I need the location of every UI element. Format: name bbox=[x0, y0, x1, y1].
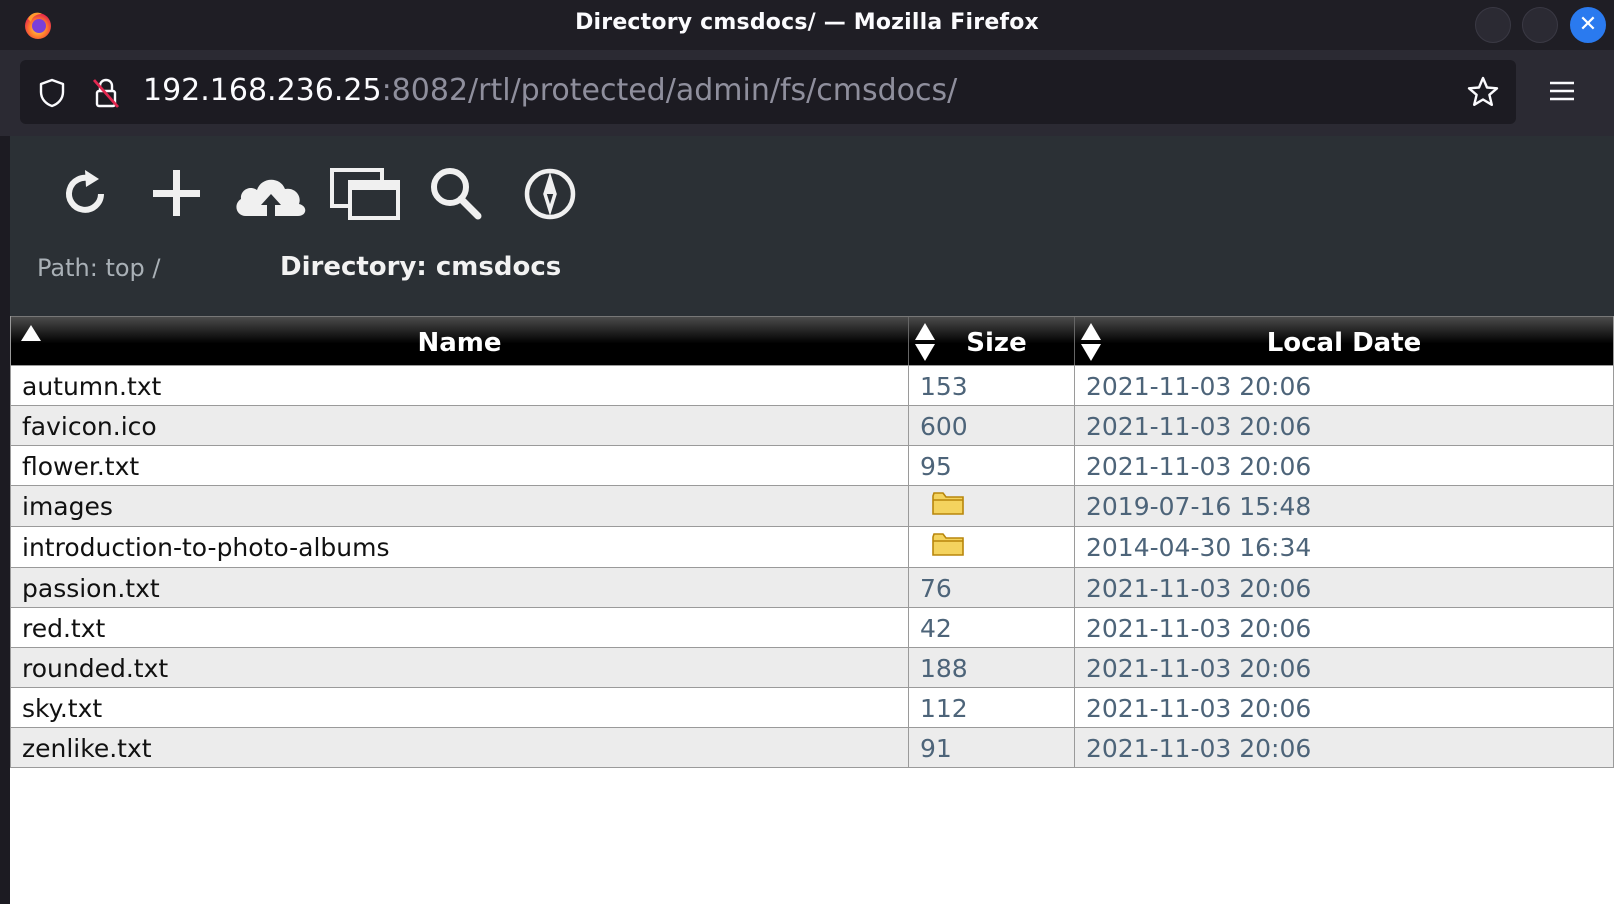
sort-both-icon bbox=[1081, 323, 1101, 361]
search-icon bbox=[431, 168, 482, 220]
table-body: autumn.txt 153 2021-11-03 20:06 favicon.… bbox=[11, 365, 1613, 767]
navigation-toolbar: 192.168.236.25:8082/rtl/protected/admin/… bbox=[0, 50, 1614, 136]
file-size: 42 bbox=[909, 608, 1075, 647]
add-button[interactable] bbox=[147, 164, 207, 224]
name-column-header[interactable]: Name bbox=[11, 317, 909, 365]
file-size: 91 bbox=[909, 728, 1075, 767]
table-row[interactable]: zenlike.txt 91 2021-11-03 20:06 bbox=[11, 727, 1613, 767]
url-text[interactable]: 192.168.236.25:8082/rtl/protected/admin/… bbox=[143, 73, 957, 108]
minimize-button[interactable] bbox=[1475, 7, 1511, 43]
table-row[interactable]: images 2019-07-16 15:48 bbox=[11, 485, 1613, 526]
file-date: 2021-11-03 20:06 bbox=[1086, 452, 1312, 481]
shield-icon[interactable] bbox=[36, 77, 68, 109]
folder-size-cell bbox=[909, 486, 1075, 526]
windows-icon bbox=[330, 168, 400, 220]
url-host: 192.168.236.25 bbox=[143, 73, 382, 108]
file-size: 188 bbox=[909, 648, 1075, 687]
folder-icon[interactable] bbox=[931, 531, 965, 557]
file-name[interactable]: rounded.txt bbox=[11, 648, 909, 687]
folder-icon[interactable] bbox=[931, 490, 965, 516]
file-name[interactable]: zenlike.txt bbox=[11, 728, 909, 767]
compass-button[interactable] bbox=[520, 164, 580, 224]
path-breadcrumb[interactable]: Path: top / bbox=[37, 254, 160, 282]
file-date: 2021-11-03 20:06 bbox=[1086, 734, 1312, 763]
table-row[interactable]: passion.txt 76 2021-11-03 20:06 bbox=[11, 567, 1613, 607]
bookmark-star-icon[interactable] bbox=[1466, 75, 1500, 109]
file-name[interactable]: favicon.ico bbox=[11, 406, 909, 445]
table-row[interactable]: flower.txt 95 2021-11-03 20:06 bbox=[11, 445, 1613, 485]
table-header: Name Size Local Date bbox=[11, 316, 1613, 365]
window-title: Directory cmsdocs/ — Mozilla Firefox bbox=[575, 10, 1039, 35]
table-row[interactable]: autumn.txt 153 2021-11-03 20:06 bbox=[11, 365, 1613, 405]
page-content: Path: top / Directory: cmsdocs Name Size bbox=[10, 136, 1614, 904]
add-icon bbox=[153, 170, 200, 216]
file-date: 2021-11-03 20:06 bbox=[1086, 614, 1312, 643]
table-row[interactable]: introduction-to-photo-albums 2014-04-30 … bbox=[11, 526, 1613, 567]
table-row[interactable]: red.txt 42 2021-11-03 20:06 bbox=[11, 607, 1613, 647]
window-titlebar: Directory cmsdocs/ — Mozilla Firefox ✕ bbox=[0, 0, 1614, 50]
folder-name[interactable]: introduction-to-photo-albums bbox=[11, 527, 909, 567]
upload-button[interactable] bbox=[232, 164, 310, 224]
url-bar[interactable]: 192.168.236.25:8082/rtl/protected/admin/… bbox=[20, 60, 1516, 124]
file-name[interactable]: red.txt bbox=[11, 608, 909, 647]
size-column-header[interactable]: Size bbox=[909, 317, 1075, 365]
hamburger-menu-icon[interactable] bbox=[1548, 78, 1576, 106]
file-size: 153 bbox=[909, 366, 1075, 405]
date-column-header[interactable]: Local Date bbox=[1075, 317, 1613, 365]
file-manager-header: Path: top / Directory: cmsdocs bbox=[10, 136, 1614, 316]
file-date: 2021-11-03 20:06 bbox=[1086, 654, 1312, 683]
close-button[interactable]: ✕ bbox=[1570, 7, 1606, 43]
file-date: 2021-11-03 20:06 bbox=[1086, 372, 1312, 401]
file-size: 600 bbox=[909, 406, 1075, 445]
table-row[interactable]: favicon.ico 600 2021-11-03 20:06 bbox=[11, 405, 1613, 445]
folder-name[interactable]: images bbox=[11, 486, 909, 526]
file-date: 2021-11-03 20:06 bbox=[1086, 574, 1312, 603]
url-path: :8082/rtl/protected/admin/fs/cmsdocs/ bbox=[381, 73, 958, 108]
search-button[interactable] bbox=[426, 164, 486, 224]
file-date: 2021-11-03 20:06 bbox=[1086, 694, 1312, 723]
sort-both-icon bbox=[915, 323, 935, 361]
file-name[interactable]: sky.txt bbox=[11, 688, 909, 727]
size-header-label: Size bbox=[966, 328, 1027, 358]
refresh-icon bbox=[66, 170, 104, 213]
file-name[interactable]: passion.txt bbox=[11, 568, 909, 607]
insecure-lock-icon[interactable] bbox=[90, 76, 122, 110]
file-size: 112 bbox=[909, 688, 1075, 727]
windows-button[interactable] bbox=[328, 164, 402, 224]
compass-icon bbox=[524, 168, 576, 220]
name-header-label: Name bbox=[417, 328, 502, 358]
file-date: 2019-07-16 15:48 bbox=[1086, 492, 1312, 521]
file-date: 2021-11-03 20:06 bbox=[1086, 412, 1312, 441]
sort-ascending-icon bbox=[21, 325, 41, 341]
upload-cloud-icon bbox=[236, 179, 306, 216]
file-size: 95 bbox=[909, 446, 1075, 485]
directory-title: Directory: cmsdocs bbox=[280, 252, 562, 282]
maximize-button[interactable] bbox=[1522, 7, 1558, 43]
file-name[interactable]: autumn.txt bbox=[11, 366, 909, 405]
file-size: 76 bbox=[909, 568, 1075, 607]
file-table: Name Size Local Date autumn.txt 153 2021… bbox=[10, 316, 1614, 768]
table-row[interactable]: sky.txt 112 2021-11-03 20:06 bbox=[11, 687, 1613, 727]
file-date: 2014-04-30 16:34 bbox=[1086, 533, 1312, 562]
folder-size-cell bbox=[909, 527, 1075, 567]
date-header-label: Local Date bbox=[1266, 328, 1422, 358]
file-name[interactable]: flower.txt bbox=[11, 446, 909, 485]
refresh-button[interactable] bbox=[55, 164, 115, 224]
table-row[interactable]: rounded.txt 188 2021-11-03 20:06 bbox=[11, 647, 1613, 687]
